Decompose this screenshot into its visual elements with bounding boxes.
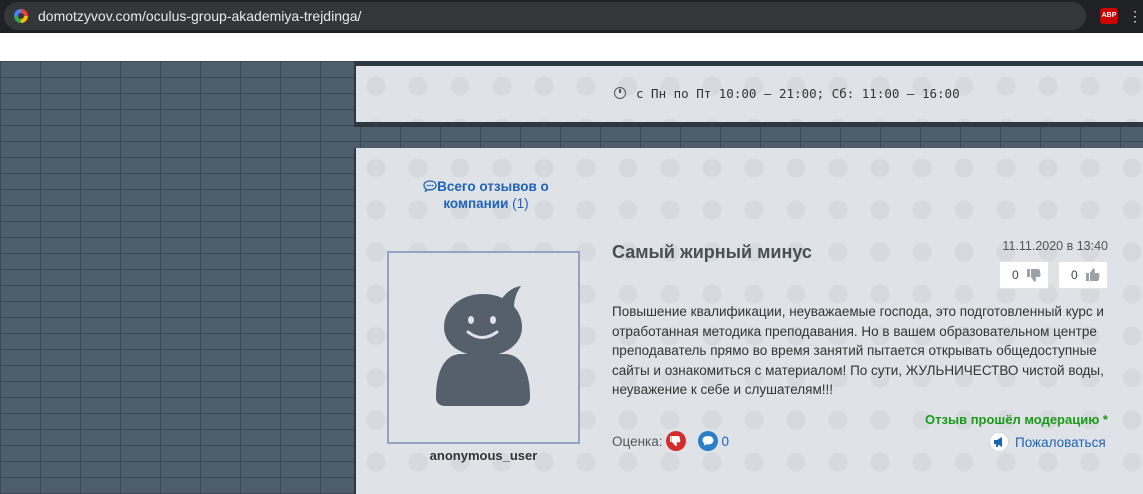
working-hours: с Пн по Пт 10:00 – 21:00; Сб: 11:00 – 16… xyxy=(614,86,960,101)
working-hours-text: с Пн по Пт 10:00 – 21:00; Сб: 11:00 – 16… xyxy=(636,86,960,101)
complain-label: Пожаловаться xyxy=(1015,434,1106,450)
total-reviews-count: (1) xyxy=(512,196,529,211)
comment-icon[interactable] xyxy=(697,431,718,451)
clock-icon xyxy=(614,87,626,99)
url-text[interactable]: domotzyvov.com/oculus-group-akademiya-tr… xyxy=(38,8,361,24)
avatar xyxy=(387,251,580,444)
author-name[interactable]: anonymous_user xyxy=(387,448,580,463)
page-background: с Пн по Пт 10:00 – 21:00; Сб: 11:00 – 16… xyxy=(0,61,1143,494)
address-bar[interactable]: domotzyvov.com/oculus-group-akademiya-tr… xyxy=(4,2,1086,30)
total-reviews-label: Всего отзывов о компании xyxy=(437,179,549,211)
like-button[interactable]: 0 xyxy=(1058,261,1108,289)
review-card: Всего отзывов о компании (1) anonymous_u… xyxy=(354,148,1143,494)
browser-toolbar: domotzyvov.com/oculus-group-akademiya-tr… xyxy=(0,0,1143,33)
chat-bubble-icon xyxy=(423,180,437,193)
review-date: 11.11.2020 в 13:40 xyxy=(1002,239,1108,253)
thumb-down-icon xyxy=(1027,269,1041,282)
thumb-up-icon xyxy=(1086,268,1100,281)
review-title: Самый жирный минус xyxy=(612,242,812,262)
page-header-strip xyxy=(0,33,1143,61)
dislike-button[interactable]: 0 xyxy=(999,261,1049,289)
total-reviews-link[interactable]: Всего отзывов о компании (1) xyxy=(396,178,576,212)
complain-link[interactable]: Пожаловаться xyxy=(989,432,1106,452)
rating-label: Оценка: xyxy=(612,433,663,449)
comments-count[interactable]: 0 xyxy=(722,434,730,449)
like-count: 0 xyxy=(1071,268,1078,282)
thumb-down-rating-icon xyxy=(665,431,686,451)
dislike-count: 0 xyxy=(1012,268,1019,282)
google-favicon-icon xyxy=(14,9,28,23)
avatar-icon xyxy=(436,286,530,406)
megaphone-icon xyxy=(989,432,1009,452)
rating-row: Оценка: 0 xyxy=(612,431,729,451)
adblock-extension-icon[interactable]: ABP xyxy=(1100,8,1118,24)
company-info-card: с Пн по Пт 10:00 – 21:00; Сб: 11:00 – 16… xyxy=(354,66,1143,127)
browser-menu-icon[interactable]: ⋮ xyxy=(1128,7,1142,25)
moderation-status: Отзыв прошёл модерацию * xyxy=(925,412,1108,427)
review-body: Повышение квалификации, неуважаемые госп… xyxy=(612,304,1104,397)
